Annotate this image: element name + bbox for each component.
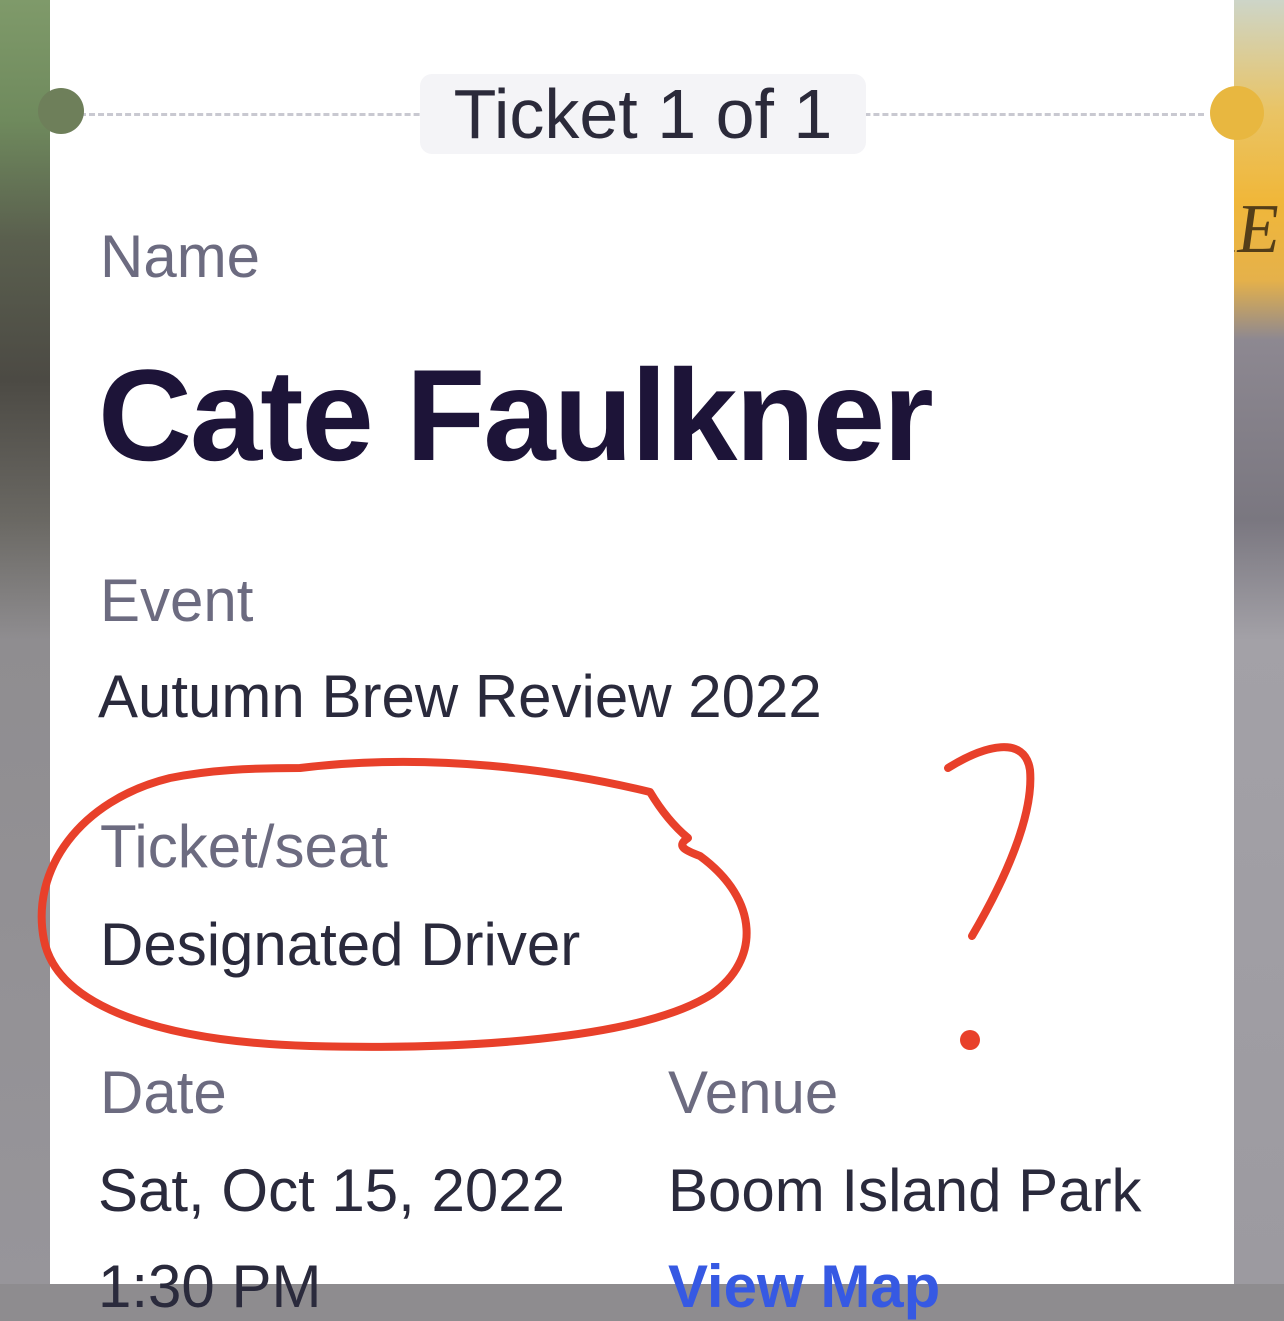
attendee-name: Cate Faulkner [98,342,934,488]
ticket-count-badge: Ticket 1 of 1 [420,74,866,154]
view-map-link[interactable]: View Map [668,1252,940,1321]
venue-value: Boom Island Park [668,1157,1142,1224]
ticket-card [50,0,1234,1284]
ticket-seat-label: Ticket/seat [100,813,388,880]
ticket-notch-left [38,88,84,134]
event-value: Autumn Brew Review 2022 [98,663,822,730]
event-label: Event [100,567,254,634]
name-label: Name [100,223,261,290]
date-value: Sat, Oct 15, 2022 [98,1157,565,1224]
ticket-seat-value: Designated Driver [100,911,581,978]
venue-label: Venue [668,1059,839,1126]
ticket-notch-right [1210,86,1264,140]
time-value: 1:30 PM [98,1253,322,1320]
date-label: Date [100,1059,227,1126]
